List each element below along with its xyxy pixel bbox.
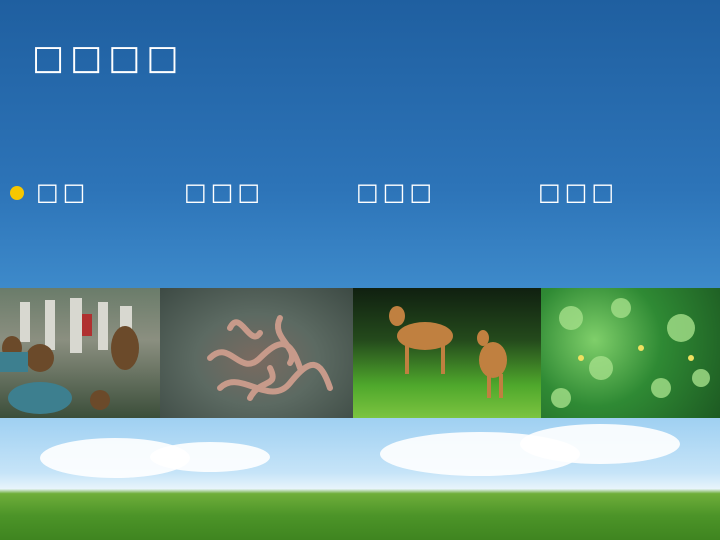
tourists-with-monkeys-photo (0, 288, 160, 418)
green-foliage-photo (541, 288, 720, 418)
bullet-label-4: □□□ (538, 178, 619, 206)
bullet-label-3: □□□ (356, 178, 437, 206)
snakes-photo (160, 288, 353, 418)
bullet-label-2: □□□ (184, 178, 265, 206)
landscape-background (0, 418, 720, 540)
bullet-label-1: □□ (36, 178, 90, 206)
slide-title: □□□□ (32, 38, 185, 78)
deer-in-forest-photo (353, 288, 541, 418)
slide: □□□□ □□ □□□ □□□ □□□ (0, 0, 720, 540)
bullet-dot-icon (10, 186, 24, 200)
photo-strip (0, 288, 720, 418)
bullet-row: □□ □□□ □□□ □□□ (0, 176, 720, 212)
